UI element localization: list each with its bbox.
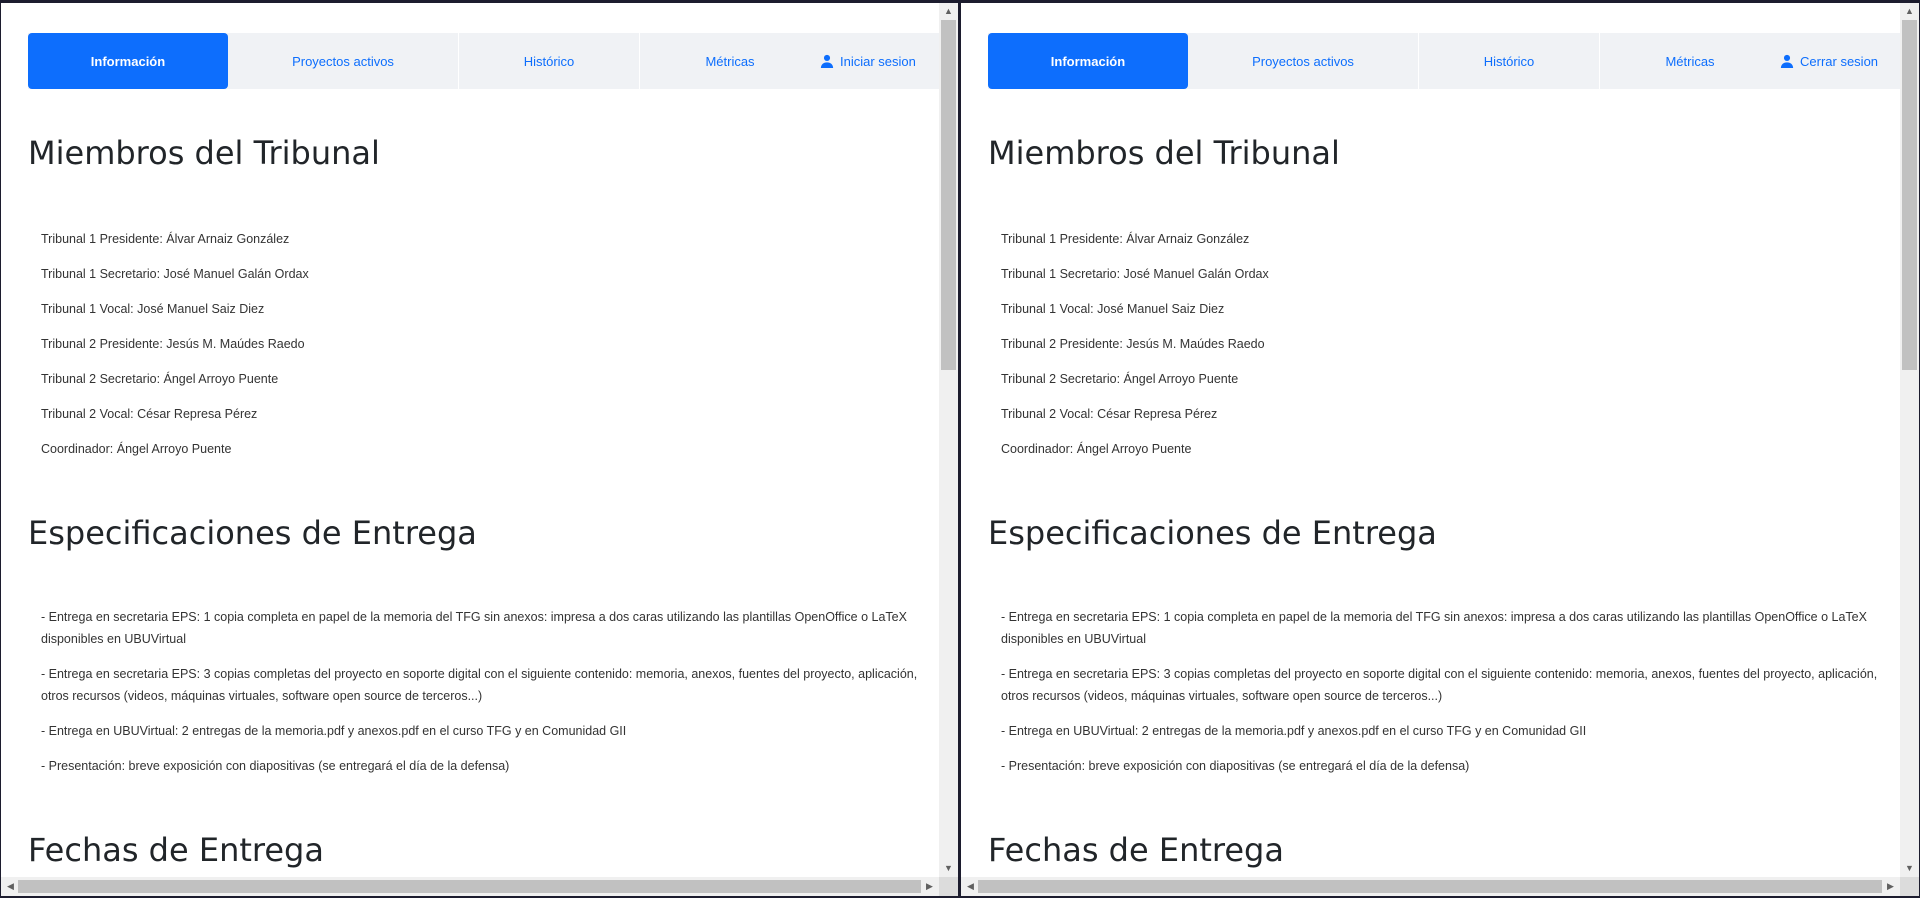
vertical-scroll-thumb[interactable] (1902, 20, 1917, 370)
login-label: Iniciar sesion (840, 53, 916, 69)
top-nav: Información Proyectos activos Histórico … (988, 33, 1900, 89)
list-item: - Presentación: breve exposición con dia… (41, 759, 510, 773)
list-item: - Entrega en UBUVirtual: 2 entregas de l… (41, 724, 627, 738)
section-title-fechas: Fechas de Entrega (28, 831, 324, 869)
list-item: Tribunal 1 Presidente: Álvar Arnaiz Gonz… (41, 232, 290, 246)
nav-item-informacion[interactable]: Información (28, 33, 228, 89)
scroll-down-icon[interactable]: ▼ (939, 860, 958, 877)
vertical-scrollbar[interactable]: ▲ ▼ (1900, 3, 1919, 877)
nav-item-login[interactable]: Iniciar sesion (820, 33, 939, 89)
nav-item-informacion[interactable]: Información (988, 33, 1188, 89)
list-item: - Entrega en secretaria EPS: 3 copias co… (41, 667, 918, 703)
list-item: Coordinador: Ángel Arroyo Puente (1001, 442, 1192, 456)
browser-pane-right: Información Proyectos activos Histórico … (961, 3, 1919, 896)
browser-pane-left: Información Proyectos activos Histórico … (1, 3, 958, 896)
list-item: - Presentación: breve exposición con dia… (1001, 759, 1470, 773)
list-item: - Entrega en secretaria EPS: 3 copias co… (1001, 667, 1878, 703)
page-viewport: Información Proyectos activos Histórico … (1, 3, 939, 877)
list-item: Tribunal 1 Vocal: José Manuel Saiz Diez (1001, 302, 1225, 316)
list-item: Tribunal 2 Presidente: Jesús M. Maúdes R… (41, 337, 305, 351)
nav-item-metricas[interactable]: Métricas (1600, 33, 1780, 89)
section-title-tribunal: Miembros del Tribunal (988, 134, 1340, 172)
scroll-up-icon[interactable]: ▲ (939, 3, 958, 20)
nav-item-proyectos-activos[interactable]: Proyectos activos (228, 33, 458, 89)
page-viewport: Información Proyectos activos Histórico … (961, 3, 1900, 877)
user-icon (1780, 54, 1794, 68)
list-item: Tribunal 1 Secretario: José Manuel Galán… (41, 267, 309, 281)
user-icon (820, 54, 834, 68)
logout-label: Cerrar sesion (1800, 53, 1879, 69)
nav-item-historico[interactable]: Histórico (1419, 33, 1599, 89)
horizontal-scroll-thumb[interactable] (18, 880, 921, 893)
vertical-scrollbar[interactable]: ▲ ▼ (939, 3, 958, 877)
section-title-especificaciones: Especificaciones de Entrega (28, 514, 477, 552)
scroll-down-icon[interactable]: ▼ (1900, 860, 1919, 877)
nav-item-metricas[interactable]: Métricas (640, 33, 820, 89)
horizontal-scrollbar[interactable]: ◀ ▶ (1, 877, 958, 896)
list-item: Tribunal 2 Presidente: Jesús M. Maúdes R… (1001, 337, 1265, 351)
top-nav: Información Proyectos activos Histórico … (28, 33, 939, 89)
section-title-tribunal: Miembros del Tribunal (28, 134, 380, 172)
list-item: Tribunal 2 Vocal: César Represa Pérez (1001, 407, 1218, 421)
nav-item-historico[interactable]: Histórico (459, 33, 639, 89)
list-item: - Entrega en UBUVirtual: 2 entregas de l… (1001, 724, 1587, 738)
horizontal-scrollbar[interactable]: ◀ ▶ (961, 877, 1919, 896)
list-item: Coordinador: Ángel Arroyo Puente (41, 442, 232, 456)
list-item: Tribunal 1 Presidente: Álvar Arnaiz Gonz… (1001, 232, 1250, 246)
scrollbar-corner (939, 877, 958, 896)
nav-item-proyectos-activos[interactable]: Proyectos activos (1188, 33, 1418, 89)
list-item: Tribunal 1 Secretario: José Manuel Galán… (1001, 267, 1269, 281)
scroll-right-icon[interactable]: ▶ (920, 878, 939, 895)
scrollbar-corner (1900, 877, 1919, 896)
horizontal-scroll-thumb[interactable] (978, 880, 1882, 893)
section-title-fechas: Fechas de Entrega (988, 831, 1284, 869)
list-item: - Entrega en secretaria EPS: 1 copia com… (1001, 610, 1867, 646)
list-item: - Entrega en secretaria EPS: 1 copia com… (41, 610, 907, 646)
section-title-especificaciones: Especificaciones de Entrega (988, 514, 1437, 552)
list-item: Tribunal 2 Secretario: Ángel Arroyo Puen… (41, 372, 279, 386)
list-item: Tribunal 1 Vocal: José Manuel Saiz Diez (41, 302, 265, 316)
scroll-right-icon[interactable]: ▶ (1881, 878, 1900, 895)
scroll-up-icon[interactable]: ▲ (1900, 3, 1919, 20)
nav-item-logout[interactable]: Cerrar sesion (1780, 33, 1900, 89)
vertical-scroll-thumb[interactable] (941, 20, 956, 370)
list-item: Tribunal 2 Secretario: Ángel Arroyo Puen… (1001, 372, 1239, 386)
list-item: Tribunal 2 Vocal: César Represa Pérez (41, 407, 258, 421)
